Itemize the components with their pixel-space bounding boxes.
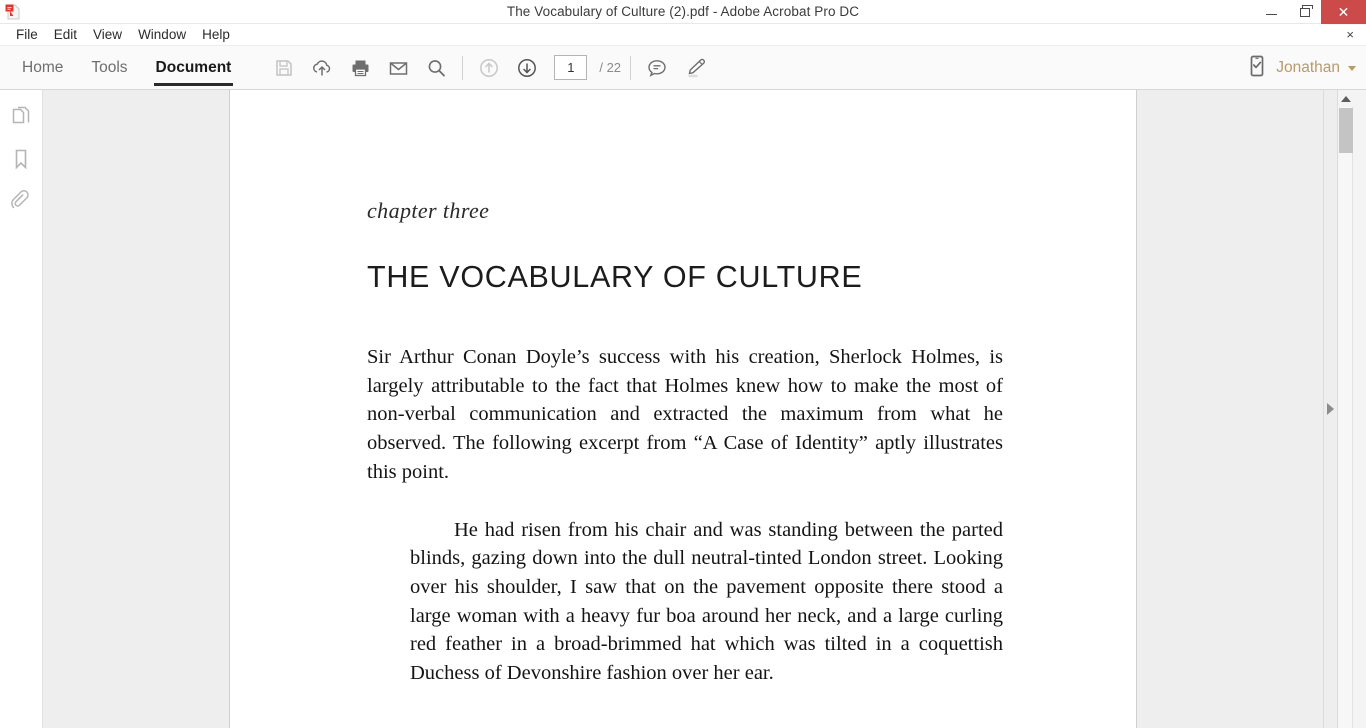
user-name-label[interactable]: Jonathan xyxy=(1276,59,1340,77)
file-actions-group xyxy=(267,46,453,89)
right-panel-collapse-handle[interactable] xyxy=(1323,90,1337,728)
tab-document[interactable]: Document xyxy=(142,46,246,89)
minimize-button[interactable] xyxy=(1255,0,1288,24)
scrollbar-thumb[interactable] xyxy=(1339,108,1353,153)
search-icon xyxy=(426,58,447,78)
comment-button[interactable] xyxy=(640,51,674,85)
save-icon xyxy=(274,58,294,78)
tab-tools[interactable]: Tools xyxy=(77,46,141,89)
page-title: THE VOCABULARY OF CULTURE xyxy=(367,260,863,294)
cloud-upload-icon xyxy=(311,58,333,78)
tab-home[interactable]: Home xyxy=(8,46,77,89)
page-number-input[interactable] xyxy=(554,55,588,80)
sidebar-item-page-thumbnails[interactable] xyxy=(6,102,36,132)
search-button[interactable] xyxy=(419,51,453,85)
menu-item-view[interactable]: View xyxy=(85,24,130,46)
highlighter-button[interactable] xyxy=(678,51,712,85)
main-toolbar: Home Tools Document 1 / 22 Jonathan xyxy=(0,46,1366,90)
close-button[interactable]: ✕ xyxy=(1321,0,1366,24)
highlighter-icon xyxy=(683,57,707,79)
menu-item-window[interactable]: Window xyxy=(130,24,194,46)
previous-page-button[interactable] xyxy=(472,51,506,85)
comment-icon xyxy=(646,57,668,79)
sidebar-item-attachments[interactable] xyxy=(6,186,36,216)
annotation-group xyxy=(640,46,712,89)
scroll-up-button[interactable] xyxy=(1338,90,1366,107)
acrobat-logo-icon xyxy=(0,0,24,24)
email-button[interactable] xyxy=(381,51,415,85)
bookmarks-icon xyxy=(10,147,32,171)
print-button[interactable] xyxy=(343,51,377,85)
vertical-scrollbar[interactable] xyxy=(1337,90,1366,728)
toolbar-tabs: Home Tools Document xyxy=(0,46,245,89)
pdf-page: chapter three THE VOCABULARY OF CULTURE … xyxy=(229,90,1137,728)
attachments-icon xyxy=(10,189,32,213)
body-paragraph: Sir Arthur Conan Doyle’s success with hi… xyxy=(367,346,1003,483)
page-thumbnails-icon xyxy=(10,105,32,129)
email-icon xyxy=(388,58,409,78)
quoted-excerpt: He had risen from his chair and was stan… xyxy=(410,518,1003,685)
save-to-cloud-button[interactable] xyxy=(305,51,339,85)
title-bar: The Vocabulary of Culture (2).pdf - Adob… xyxy=(0,0,1366,24)
window-title: The Vocabulary of Culture (2).pdf - Adob… xyxy=(506,4,860,19)
save-button[interactable] xyxy=(267,51,301,85)
maximize-button[interactable] xyxy=(1288,0,1321,24)
document-viewport[interactable]: chapter three THE VOCABULARY OF CULTURE … xyxy=(43,90,1366,728)
account-area: Jonathan xyxy=(1246,46,1356,90)
page-navigation-group: / 22 xyxy=(472,46,621,89)
scroll-up-arrow-icon xyxy=(1340,95,1351,102)
navigation-rail xyxy=(0,90,43,728)
mobile-check-icon[interactable] xyxy=(1246,54,1268,83)
toolbar-divider xyxy=(462,55,464,80)
scrollbar-track[interactable] xyxy=(1339,107,1353,728)
maximize-icon xyxy=(1299,5,1313,17)
menu-item-file[interactable]: File xyxy=(8,24,46,46)
arrow-up-circle-icon xyxy=(478,57,500,79)
minimize-icon xyxy=(1266,13,1277,16)
chapter-label: chapter three xyxy=(367,198,490,223)
toolbar-divider-2 xyxy=(630,55,632,80)
close-document-button[interactable]: × xyxy=(1342,24,1358,46)
chevron-down-icon[interactable] xyxy=(1348,65,1356,71)
next-page-button[interactable] xyxy=(510,51,544,85)
menu-item-help[interactable]: Help xyxy=(194,24,238,46)
sidebar-item-bookmarks[interactable] xyxy=(6,144,36,174)
triangle-left-icon xyxy=(1327,403,1334,415)
arrow-down-circle-icon xyxy=(516,57,538,79)
menu-bar: File Edit View Window Help × xyxy=(0,24,1366,46)
page-total-label: / 22 xyxy=(599,60,622,75)
workspace: chapter three THE VOCABULARY OF CULTURE … xyxy=(0,90,1366,728)
print-icon xyxy=(350,58,371,78)
window-controls: ✕ xyxy=(1255,0,1366,24)
menu-item-edit[interactable]: Edit xyxy=(46,24,85,46)
